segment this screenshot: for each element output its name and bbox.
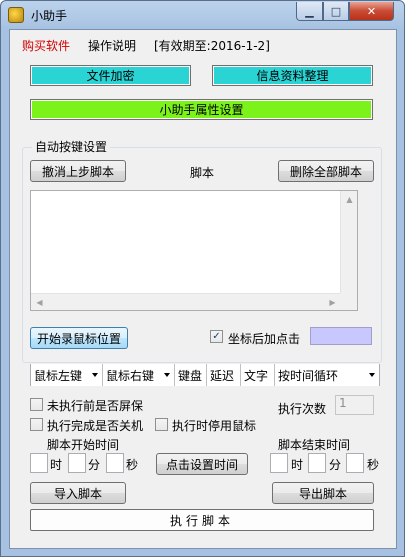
import-script-button[interactable]: 导入脚本 — [30, 482, 126, 504]
left-click-combo[interactable]: 鼠标左键 — [31, 364, 103, 386]
properties-button[interactable]: 小助手属性设置 — [30, 99, 373, 120]
exec-count-input[interactable]: 1 — [335, 395, 374, 415]
client-area: 购买软件 操作说明 [有效期至:2016-1-2] 文件加密 信息资料整理 小助… — [9, 29, 397, 549]
scroll-up-icon[interactable]: ▲ — [341, 191, 358, 208]
info-organize-button[interactable]: 信息资料整理 — [212, 65, 373, 86]
keyboard-label: 键盘 — [178, 368, 203, 383]
end-time-label: 脚本结束时间 — [278, 438, 351, 452]
end-second-unit: 秒 — [367, 458, 380, 472]
start-minute-unit: 分 — [88, 458, 101, 472]
scroll-right-icon[interactable]: ▶ — [324, 294, 341, 311]
disable-mouse-checkbox[interactable] — [155, 418, 168, 431]
autokey-group-title: 自动按键设置 — [32, 138, 111, 155]
start-minute-input[interactable] — [68, 453, 86, 473]
start-hour-input[interactable] — [30, 453, 48, 473]
chevron-down-icon — [92, 373, 98, 377]
keyboard-button[interactable]: 键盘 — [175, 364, 207, 386]
minimize-button[interactable]: ▁ — [296, 2, 323, 21]
delay-label: 延迟 — [210, 368, 235, 383]
shutdown-checkbox[interactable] — [30, 418, 43, 431]
app-window: 小助手 ▁ □ ✕ 购买软件 操作说明 [有效期至:2016-1-2] 文件加密… — [0, 0, 405, 557]
end-hour-input[interactable] — [270, 453, 288, 473]
script-textarea[interactable]: ▲ ◀ ▶ — [30, 190, 358, 311]
valid-until-label: [有效期至:2016-1-2] — [154, 39, 270, 53]
click-after-coord-checkbox[interactable]: ✓ — [210, 330, 223, 343]
undo-script-button[interactable]: 撤消上步脚本 — [30, 160, 126, 182]
execute-script-button[interactable]: 执行脚本 — [30, 509, 374, 531]
screensaver-label: 未执行前是否屏保 — [47, 399, 144, 413]
start-second-unit: 秒 — [126, 458, 139, 472]
coord-color-swatch[interactable] — [310, 327, 372, 345]
script-label: 脚本 — [190, 166, 215, 180]
file-encrypt-button[interactable]: 文件加密 — [30, 65, 191, 86]
menu-buy-software[interactable]: 购买软件 — [22, 37, 70, 54]
chevron-down-icon — [369, 373, 375, 377]
app-logo-icon — [8, 7, 24, 23]
exec-count-label: 执行次数 — [278, 402, 327, 416]
chevron-down-icon — [164, 373, 170, 377]
maximize-button[interactable]: □ — [323, 2, 349, 21]
screensaver-checkbox[interactable] — [30, 398, 43, 411]
text-button[interactable]: 文字 — [241, 364, 275, 386]
left-click-label: 鼠标左键 — [34, 368, 83, 383]
end-hour-unit: 时 — [291, 458, 304, 472]
click-after-coord-label: 坐标后加点击 — [228, 332, 301, 346]
export-script-button[interactable]: 导出脚本 — [272, 482, 374, 504]
delay-button[interactable]: 延迟 — [207, 364, 241, 386]
start-hour-unit: 时 — [50, 458, 63, 472]
start-time-label: 脚本开始时间 — [47, 438, 120, 452]
menu-help[interactable]: 操作说明 — [88, 37, 136, 54]
window-title: 小助手 — [31, 9, 68, 23]
end-second-input[interactable] — [346, 453, 364, 473]
right-click-combo[interactable]: 鼠标右键 — [103, 364, 175, 386]
scrollbar-corner — [340, 293, 357, 310]
loop-select-label: 按时间循环 — [278, 368, 339, 383]
start-second-input[interactable] — [106, 453, 124, 473]
close-button[interactable]: ✕ — [349, 2, 394, 21]
end-minute-input[interactable] — [308, 453, 326, 473]
text-label: 文字 — [244, 368, 269, 383]
horizontal-scrollbar[interactable]: ◀ ▶ — [31, 293, 341, 310]
shutdown-label: 执行完成是否关机 — [47, 419, 144, 433]
delete-all-scripts-button[interactable]: 删除全部脚本 — [278, 160, 374, 182]
vertical-scrollbar[interactable]: ▲ — [340, 191, 357, 294]
loop-select[interactable]: 按时间循环 — [275, 364, 379, 386]
right-click-label: 鼠标右键 — [106, 368, 155, 383]
end-minute-unit: 分 — [329, 458, 342, 472]
disable-mouse-label: 执行时停用鼠标 — [172, 419, 257, 433]
set-time-button[interactable]: 点击设置时间 — [156, 453, 248, 475]
title-bar[interactable]: 小助手 ▁ □ ✕ — [1, 1, 404, 29]
record-mouse-position-button[interactable]: 开始录鼠标位置 — [30, 327, 128, 349]
scroll-left-icon[interactable]: ◀ — [31, 294, 48, 311]
